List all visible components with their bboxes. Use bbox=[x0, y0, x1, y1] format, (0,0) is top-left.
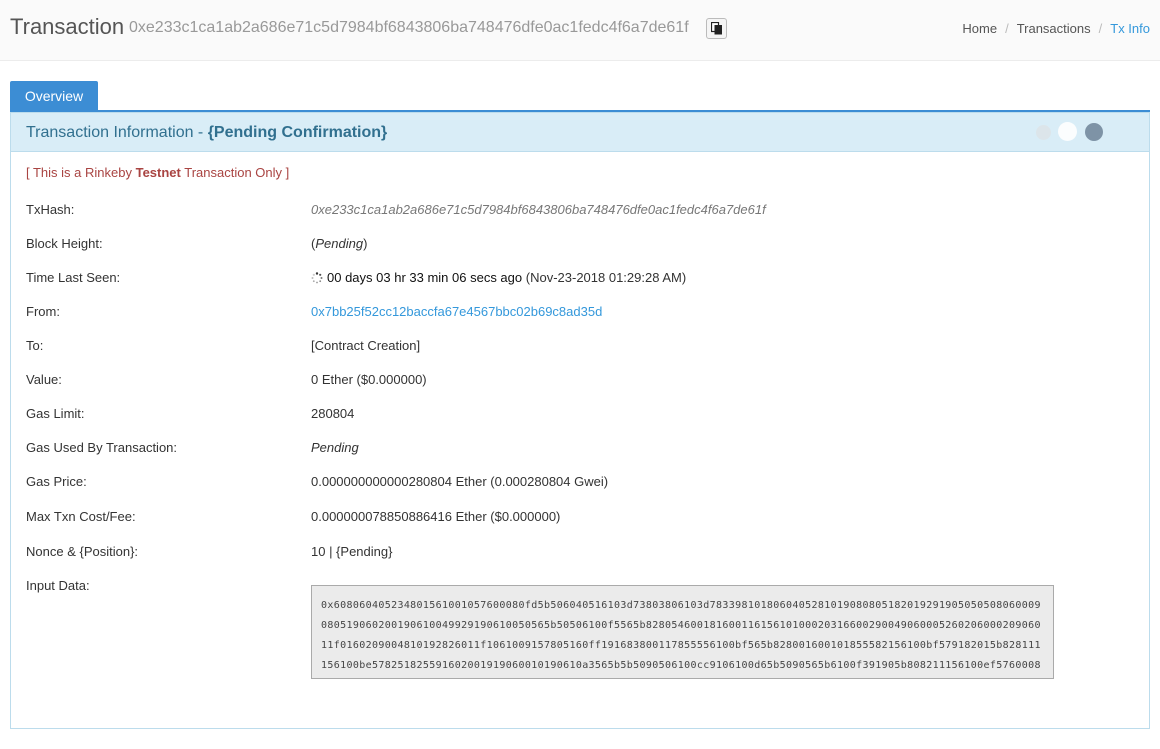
panel-title-status: {Pending Confirmation} bbox=[207, 124, 388, 141]
notice-text-pre: [ This is a Rinkeby bbox=[26, 165, 136, 180]
breadcrumb: Home / Transactions / Tx Info bbox=[962, 21, 1150, 36]
copy-hash-button[interactable] bbox=[706, 18, 727, 39]
txhash-label: TxHash: bbox=[26, 202, 75, 217]
time-last-seen-value: 00 days 03 hr 33 min 06 secs ago (Nov-23… bbox=[311, 270, 686, 285]
testnet-notice: [ This is a Rinkeby Testnet Transaction … bbox=[26, 165, 289, 180]
gas-used-label: Gas Used By Transaction: bbox=[26, 440, 178, 455]
breadcrumb-separator: / bbox=[1098, 21, 1103, 36]
panel-header: Transaction Information - {Pending Confi… bbox=[11, 113, 1149, 152]
loading-dot bbox=[1085, 123, 1103, 141]
panel-title: Transaction Information - {Pending Confi… bbox=[26, 124, 387, 142]
input-data-label: Input Data: bbox=[26, 578, 90, 593]
page-title: Transaction bbox=[10, 14, 125, 39]
notice-text-bold: Testnet bbox=[135, 165, 181, 180]
from-address-link[interactable]: 0x7bb25f52cc12baccfa67e4567bbc02b69c8ad3… bbox=[311, 304, 602, 319]
txhash-value: 0xe233c1ca1ab2a686e71c5d7984bf6843806ba7… bbox=[311, 202, 766, 217]
loading-dots-indicator bbox=[1036, 122, 1106, 142]
value-value: 0 Ether ($0.000000) bbox=[311, 372, 427, 387]
nonce-value: 10 | {Pending} bbox=[311, 544, 393, 559]
breadcrumb-separator: / bbox=[1005, 21, 1009, 36]
panel-title-prefix: Transaction Information - bbox=[26, 124, 208, 141]
notice-text-post: Transaction Only ] bbox=[180, 165, 290, 180]
gas-price-label: Gas Price: bbox=[26, 474, 87, 489]
to-label: To: bbox=[26, 338, 44, 353]
nonce-label: Nonce & {Position}: bbox=[26, 544, 139, 559]
time-elapsed: 00 days 03 hr 33 min 06 secs ago bbox=[327, 270, 523, 285]
input-data-textarea[interactable]: 0x608060405234801561001057600080fd5b5060… bbox=[311, 585, 1054, 679]
page-header: Transaction 0xe233c1ca1ab2a686e71c5d7984… bbox=[0, 0, 1160, 61]
breadcrumb-home[interactable]: Home bbox=[962, 21, 997, 36]
max-fee-value: 0.000000078850886416 Ether ($0.000000) bbox=[311, 509, 561, 524]
gas-used-value: Pending bbox=[311, 440, 359, 455]
to-value: [Contract Creation] bbox=[311, 338, 421, 353]
copy-icon bbox=[711, 22, 722, 35]
transaction-info-panel: Transaction Information - {Pending Confi… bbox=[10, 112, 1150, 729]
gas-limit-label: Gas Limit: bbox=[26, 406, 85, 421]
time-date: (Nov-23-2018 01:29:28 AM) bbox=[525, 270, 687, 285]
gas-price-value: 0.000000000000280804 Ether (0.000280804 … bbox=[311, 474, 609, 489]
value-label: Value: bbox=[26, 372, 62, 387]
breadcrumb-current: Tx Info bbox=[1110, 21, 1150, 36]
page-tx-hash: 0xe233c1ca1ab2a686e71c5d7984bf6843806ba7… bbox=[129, 19, 689, 36]
max-fee-label: Max Txn Cost/Fee: bbox=[26, 509, 136, 524]
from-label: From: bbox=[26, 304, 60, 319]
block-height-label: Block Height: bbox=[26, 236, 103, 251]
spinner-icon bbox=[311, 272, 323, 284]
breadcrumb-transactions[interactable]: Transactions bbox=[1017, 21, 1091, 36]
block-height-status: Pending bbox=[315, 236, 364, 251]
block-height-close: ) bbox=[363, 236, 368, 251]
gas-limit-value: 280804 bbox=[311, 406, 355, 421]
time-last-seen-label: Time Last Seen: bbox=[26, 270, 121, 285]
block-height-value: (Pending) bbox=[311, 236, 367, 251]
loading-dot bbox=[1058, 122, 1077, 141]
loading-dot bbox=[1036, 125, 1051, 140]
tab-overview[interactable]: Overview bbox=[10, 81, 98, 111]
